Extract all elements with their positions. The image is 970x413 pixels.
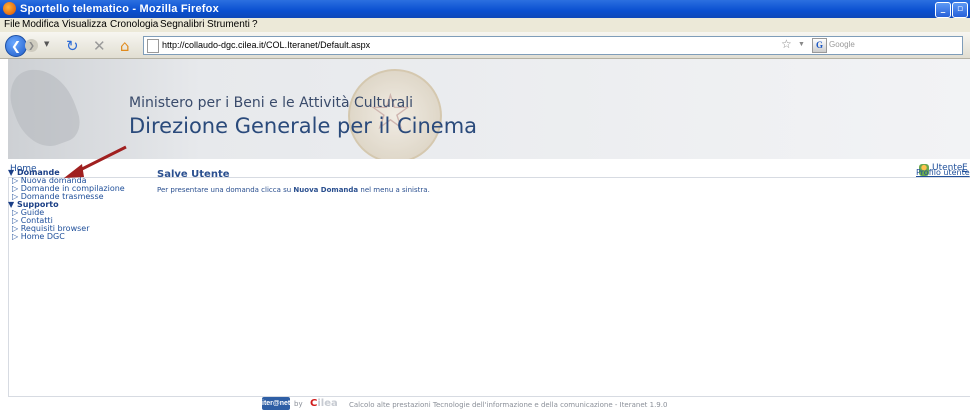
restore-button[interactable]: ▫: [952, 2, 968, 18]
menu-segnalibri[interactable]: Segnalibri: [160, 19, 204, 30]
directorate-name: Direzione Generale per il Cinema: [129, 114, 478, 138]
menu-bar: File Modifica Visualizza Cronologia Segn…: [0, 18, 970, 32]
menu-cronologia[interactable]: Cronologia: [110, 19, 158, 30]
footer: iter@net by Cilea Calcolo alte prestazio…: [8, 396, 970, 413]
iteranet-logo: iter@net: [262, 397, 290, 410]
menu-modifica[interactable]: Modifica: [22, 19, 59, 30]
url-dropdown-icon[interactable]: ▼: [798, 41, 805, 48]
window-title: Sportello telematico - Mozilla Firefox: [20, 3, 219, 15]
bookmark-star-icon[interactable]: ☆: [781, 37, 792, 51]
footer-by: by: [294, 400, 303, 408]
forward-button[interactable]: ❯: [25, 39, 38, 52]
welcome-text: Per presentare una domanda clicca su Nuo…: [157, 186, 430, 194]
footer-text: Calcolo alte prestazioni Tecnologie dell…: [349, 401, 668, 409]
menu-strumenti[interactable]: Strumenti: [207, 19, 250, 30]
content-border: [8, 178, 9, 396]
welcome-title: Salve Utente: [157, 169, 230, 180]
back-button[interactable]: ❮: [5, 35, 27, 57]
breadcrumb-bar: Home Utente E: [8, 160, 970, 178]
cilea-logo-rest: ilea: [317, 398, 338, 409]
site-header: ☆ Ministero per i Beni e le Attività Cul…: [8, 59, 970, 159]
welcome-text-prefix: Per presentare una domanda clicca su: [157, 186, 294, 194]
map-graphic: [8, 59, 86, 155]
sidebar-item-label: Home DGC: [20, 232, 65, 241]
reload-icon[interactable]: ↻: [66, 37, 79, 55]
annotation-arrow-icon: [64, 145, 127, 178]
page-icon: [147, 39, 159, 53]
home-icon[interactable]: ⌂: [120, 37, 130, 55]
firefox-icon: [3, 2, 16, 15]
menu-file[interactable]: File: [4, 19, 20, 30]
window-title-bar: Sportello telematico - Mozilla Firefox _…: [0, 0, 970, 18]
address-bar[interactable]: http://collaudo-dgc.cilea.it/COL.Iterane…: [143, 36, 963, 55]
cilea-logo: Cilea: [310, 398, 338, 409]
menu-help[interactable]: ?: [252, 19, 258, 30]
google-icon[interactable]: G: [812, 38, 827, 53]
profile-link[interactable]: Profilo utente: [916, 168, 970, 177]
minimize-button[interactable]: _: [935, 2, 951, 18]
dropdown-arrow-icon[interactable]: ▼: [44, 40, 49, 48]
url-text: http://collaudo-dgc.cilea.it/COL.Iterane…: [162, 40, 371, 50]
sidebar-item-home-dgc[interactable]: ▷ Home DGC: [12, 232, 65, 241]
stop-icon[interactable]: ✕: [93, 37, 106, 55]
ministry-name: Ministero per i Beni e le Attività Cultu…: [129, 95, 413, 111]
search-input[interactable]: Google: [829, 40, 855, 49]
menu-visualizza[interactable]: Visualizza: [62, 19, 107, 30]
nuova-domanda-link: Nuova Domanda: [293, 186, 359, 194]
welcome-text-suffix: nel menu a sinistra.: [358, 186, 430, 194]
navigation-toolbar: ❮ ❯ ▼ ↻ ✕ ⌂ http://collaudo-dgc.cilea.it…: [0, 32, 970, 59]
